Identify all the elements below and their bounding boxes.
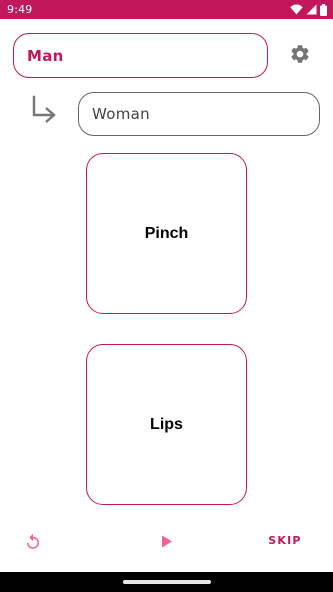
- gear-icon: [291, 45, 309, 63]
- status-time: 9:49: [7, 3, 33, 16]
- reset-icon: [27, 533, 39, 549]
- target-word-field[interactable]: Woman: [78, 92, 320, 136]
- target-word-text: Woman: [92, 105, 150, 123]
- status-bar: 9:49: [0, 0, 333, 19]
- settings-button[interactable]: [289, 43, 311, 65]
- status-icons: [290, 3, 327, 16]
- card-label: Pinch: [144, 224, 189, 242]
- play-icon: [162, 535, 172, 547]
- reset-button[interactable]: [22, 531, 44, 553]
- skip-button[interactable]: SKIP: [263, 530, 307, 550]
- wifi-icon: [290, 4, 303, 15]
- navigation-bar: [0, 572, 333, 592]
- signal-icon: [306, 4, 317, 15]
- source-word-field[interactable]: Man: [13, 33, 268, 78]
- home-gesture-handle[interactable]: [123, 580, 211, 584]
- card-label: Lips: [150, 415, 183, 433]
- battery-icon: [320, 3, 327, 16]
- play-button[interactable]: [156, 530, 178, 552]
- source-word-text: Man: [27, 46, 64, 65]
- arrow-down-right-icon: [29, 95, 59, 125]
- word-card-lips[interactable]: Lips: [86, 344, 247, 505]
- word-card-pinch[interactable]: Pinch: [86, 153, 247, 314]
